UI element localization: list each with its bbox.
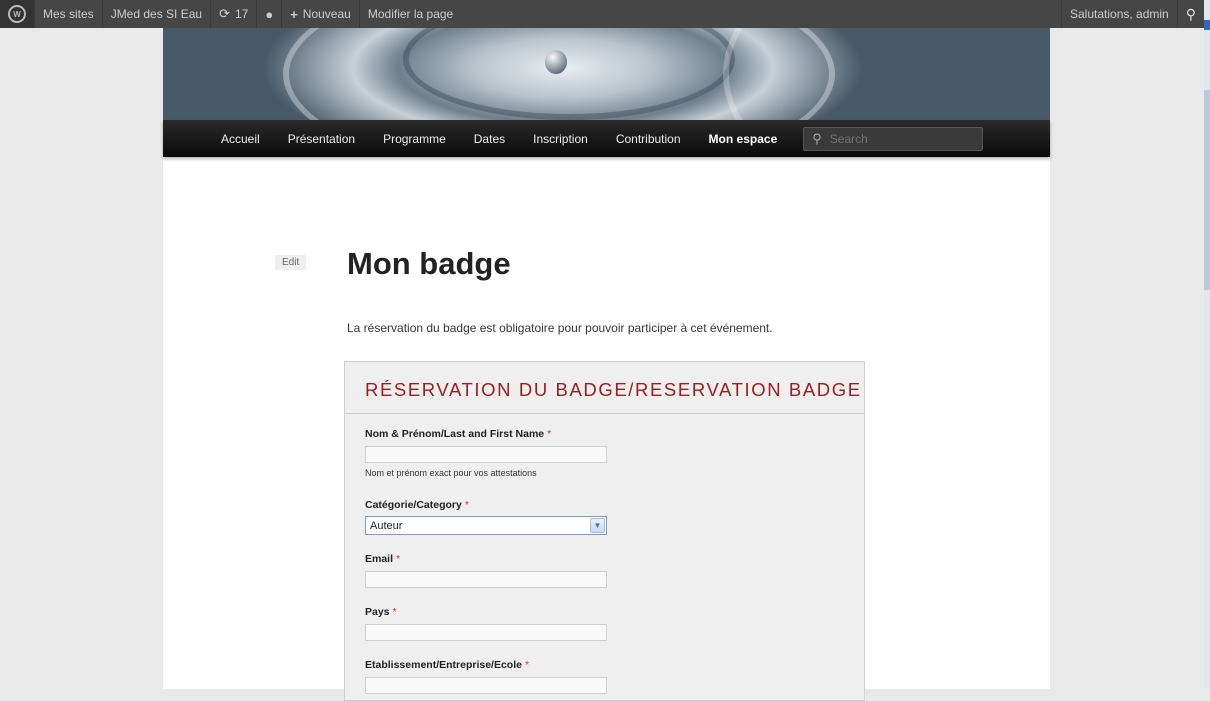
main-navigation: Accueil Présentation Programme Dates Ins… [163, 120, 1050, 157]
search-input[interactable] [827, 130, 972, 147]
nav-search-box[interactable]: ⚲ [803, 126, 984, 151]
nav-item-contribution[interactable]: Contribution [616, 132, 681, 146]
plus-icon: + [290, 6, 298, 22]
edit-page-link[interactable]: Modifier la page [360, 0, 461, 28]
email-field[interactable] [365, 571, 607, 588]
comment-bubble-icon: ● [265, 6, 274, 22]
site-name-label: JMed des SI Eau [110, 7, 203, 21]
category-field-label: Catégorie/Category * [365, 499, 469, 511]
name-field[interactable] [365, 446, 607, 463]
refresh-icon: ⟳ [219, 6, 230, 21]
admin-search-button[interactable]: ⚲ [1176, 0, 1204, 28]
country-field[interactable] [365, 624, 607, 641]
category-field-label-text: Catégorie/Category [365, 499, 462, 511]
institution-field-label: Etablissement/Entreprise/Ecole * [365, 659, 529, 671]
nav-item-presentation[interactable]: Présentation [288, 132, 355, 146]
edit-page-label: Modifier la page [367, 7, 454, 21]
name-field-label: Nom & Prénom/Last and First Name * [365, 428, 551, 440]
required-mark: * [464, 499, 469, 511]
search-icon: ⚲ [1185, 5, 1196, 22]
admin-bar: W Mes sites JMed des SI Eau ⟳ 17 ● + Nou… [0, 0, 1204, 28]
name-field-help: Nom et prénom exact pour vos attestation… [365, 468, 537, 478]
category-selected-value: Auteur [370, 519, 403, 532]
wordpress-menu[interactable]: W [0, 0, 35, 28]
my-sites-label: Mes sites [43, 7, 94, 21]
email-field-label-text: Email [365, 553, 394, 565]
institution-field[interactable] [365, 677, 607, 694]
site-name-menu[interactable]: JMed des SI Eau [103, 0, 212, 28]
form-title: RÉSERVATION DU BADGE/RESERVATION BADGE [365, 379, 862, 400]
updates-count: 17 [234, 7, 249, 21]
header-image [163, 28, 1050, 120]
form-divider [345, 413, 864, 414]
scrollbar-up-arrow[interactable] [1204, 20, 1210, 30]
scrollbar-thumb[interactable] [1204, 90, 1210, 290]
page-title: Mon badge [347, 246, 511, 281]
wordpress-logo-icon: W [8, 5, 26, 23]
nav-item-dates[interactable]: Dates [474, 132, 505, 146]
nav-item-programme[interactable]: Programme [383, 132, 446, 146]
name-field-label-text: Nom & Prénom/Last and First Name [365, 428, 545, 440]
required-mark: * [524, 659, 530, 671]
email-field-label: Email * [365, 553, 400, 565]
institution-field-label-text: Etablissement/Entreprise/Ecole [365, 659, 522, 671]
chevron-down-icon[interactable]: ▼ [590, 518, 605, 533]
updates-menu[interactable]: ⟳ 17 [211, 0, 258, 28]
page-container: Accueil Présentation Programme Dates Ins… [163, 28, 1050, 701]
comments-menu[interactable]: ● [257, 0, 283, 28]
badge-reservation-form: RÉSERVATION DU BADGE/RESERVATION BADGE N… [344, 361, 865, 701]
edit-button[interactable]: Edit [275, 255, 307, 270]
required-mark: * [547, 428, 552, 440]
nav-item-mon-espace[interactable]: Mon espace [709, 132, 778, 146]
my-account-menu[interactable]: Salutations, admin [1061, 0, 1177, 28]
greeting-label: Salutations, admin [1070, 7, 1169, 21]
nav-item-inscription[interactable]: Inscription [533, 132, 588, 146]
required-mark: * [396, 553, 401, 565]
required-mark: * [392, 606, 397, 618]
country-field-label: Pays * [365, 606, 397, 618]
country-field-label-text: Pays [365, 606, 390, 618]
category-select[interactable]: Auteur ▼ [365, 516, 607, 535]
vertical-scrollbar[interactable] [1204, 0, 1210, 689]
water-drop-image [545, 50, 567, 74]
new-content-menu[interactable]: + Nouveau [282, 0, 360, 28]
search-icon: ⚲ [812, 130, 822, 146]
my-sites-menu[interactable]: Mes sites [35, 0, 103, 28]
new-content-label: Nouveau [302, 7, 351, 21]
intro-text: La réservation du badge est obligatoire … [347, 321, 773, 335]
nav-item-accueil[interactable]: Accueil [221, 132, 260, 146]
